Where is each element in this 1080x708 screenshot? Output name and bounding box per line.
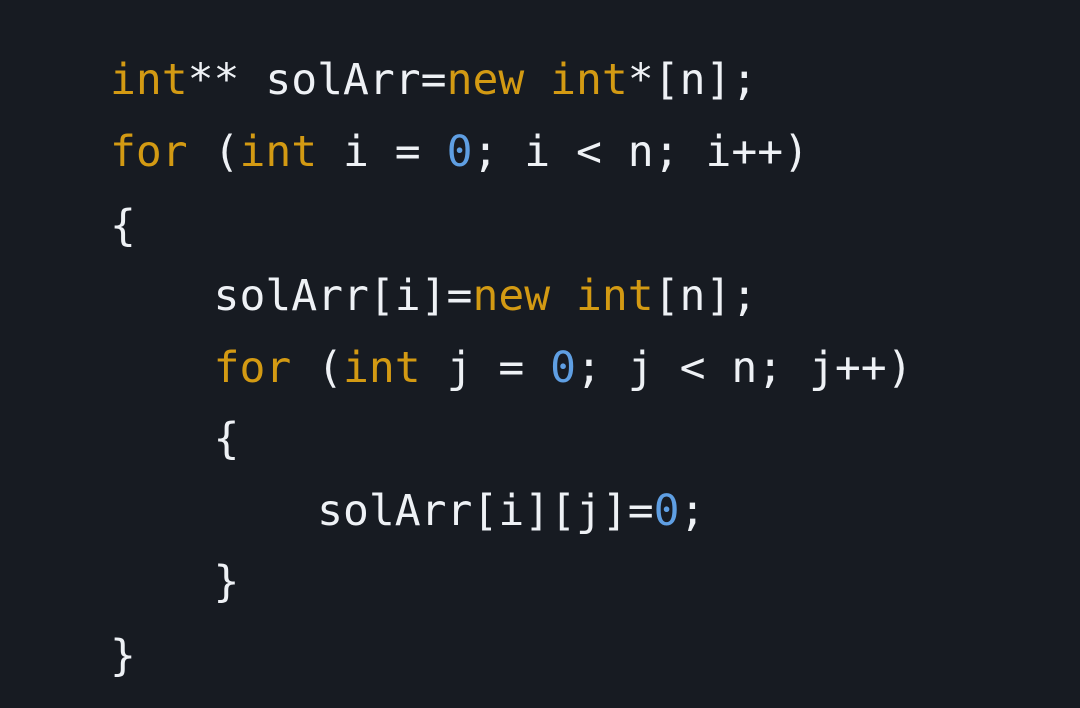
code-view: int** solArr=new int*[n]; for (int i = 0… bbox=[0, 0, 1080, 708]
code-token-plain: } bbox=[110, 631, 136, 681]
code-token-number: 0 bbox=[550, 343, 577, 393]
code-token-keyword: for bbox=[213, 343, 292, 393]
code-token-plain: j = bbox=[420, 343, 551, 393]
code-line: } bbox=[110, 620, 136, 692]
code-token-plain: ** solArr= bbox=[187, 55, 447, 105]
code-token-number: 0 bbox=[446, 127, 473, 177]
code-line: { bbox=[110, 403, 240, 475]
code-line: for (int j = 0; j < n; j++) bbox=[110, 332, 913, 404]
code-token-plain: ; i < n; i++) bbox=[472, 127, 810, 177]
code-token-keyword: new bbox=[446, 55, 525, 105]
code-token-keyword: new bbox=[472, 271, 551, 321]
code-token-plain: ( bbox=[291, 343, 344, 393]
code-token-keyword: for bbox=[110, 127, 188, 177]
code-token-plain: ; j < n; j++) bbox=[576, 343, 913, 393]
code-line: { bbox=[110, 190, 136, 262]
code-token-plain: i = bbox=[317, 127, 447, 177]
code-token-plain: solArr[i]= bbox=[110, 271, 473, 321]
code-token-plain: { bbox=[110, 201, 136, 251]
code-line: for (int i = 0; i < n; i++) bbox=[110, 116, 809, 188]
code-token-plain: *[n]; bbox=[627, 55, 758, 105]
code-token-plain: ; bbox=[679, 486, 706, 536]
code-token-keyword: int bbox=[343, 343, 421, 393]
code-token-keyword: int bbox=[239, 127, 318, 177]
code-token-plain: { bbox=[110, 414, 240, 464]
code-token-number: 0 bbox=[653, 486, 680, 536]
code-token-plain: [n]; bbox=[653, 271, 758, 321]
code-token-plain: ( bbox=[187, 127, 240, 177]
code-token-plain: } bbox=[110, 557, 240, 607]
code-token-keyword: int bbox=[576, 271, 654, 321]
code-token-keyword: int bbox=[110, 55, 188, 105]
code-line: solArr[i]=new int[n]; bbox=[110, 260, 758, 332]
code-token-plain: solArr[i][j]= bbox=[110, 486, 654, 536]
code-line: } bbox=[110, 546, 240, 618]
code-line: solArr[i][j]=0; bbox=[110, 475, 705, 547]
code-token-keyword: int bbox=[550, 55, 628, 105]
code-line: int** solArr=new int*[n]; bbox=[110, 44, 757, 116]
